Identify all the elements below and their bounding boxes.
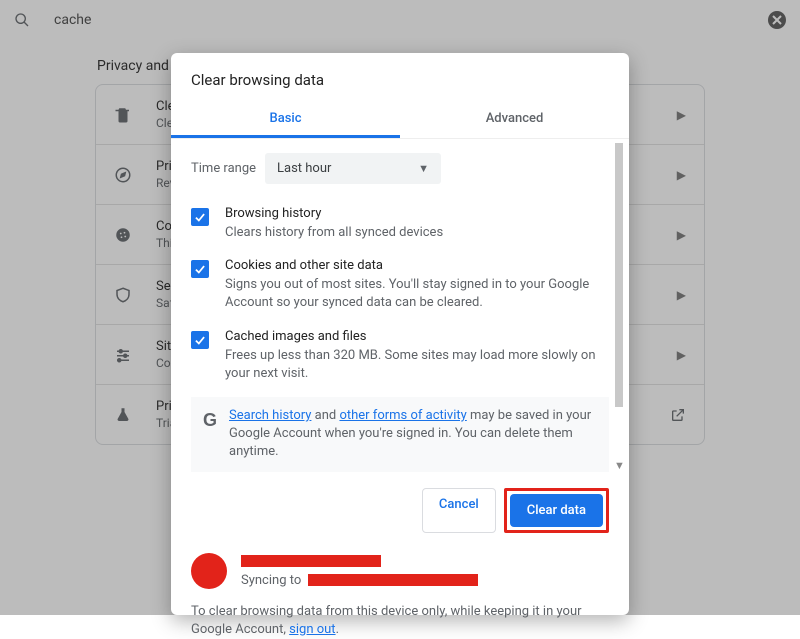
checkbox-title: Cached images and files [225,329,609,344]
dialog-title: Clear browsing data [171,53,629,101]
cancel-button[interactable]: Cancel [422,488,496,533]
time-range-select[interactable]: Last hour ▼ [265,153,441,184]
link-search-history[interactable]: Search history [229,408,311,423]
scroll-down-icon[interactable]: ▼ [614,459,625,472]
time-range-value: Last hour [277,161,331,176]
modal-scrim: Clear browsing data Basic Advanced ▼ Tim… [0,0,800,615]
checkbox-row-cache: Cached images and files Frees up less th… [191,321,609,391]
chevron-down-icon: ▼ [418,162,429,175]
checkbox-title: Cookies and other site data [225,258,609,273]
link-other-activity[interactable]: other forms of activity [339,408,466,423]
redacted-name [241,555,381,567]
google-g-icon: G [203,408,217,462]
footnote: To clear browsing data from this device … [171,593,629,639]
checkbox-browsing-history[interactable] [191,208,209,226]
scrollbar-thumb[interactable] [615,143,623,407]
dialog-actions: Cancel Clear data [171,472,629,545]
redacted-email [308,574,478,586]
tab-advanced[interactable]: Advanced [400,101,629,138]
link-sign-out[interactable]: sign out [289,622,335,637]
checkbox-row-history: Browsing history Clears history from all… [191,198,609,250]
account-row: Syncing to [171,545,629,593]
time-range-label: Time range [191,161,265,176]
scrollbar[interactable]: ▼ [615,143,623,470]
clear-data-button[interactable]: Clear data [510,494,603,527]
clear-data-highlight: Clear data [504,488,609,533]
tab-basic[interactable]: Basic [171,101,400,138]
avatar [191,553,227,589]
time-range-row: Time range Last hour ▼ [191,139,609,198]
checkbox-sub: Clears history from all synced devices [225,224,609,242]
sync-label: Syncing to [241,573,304,588]
search-history-info: G Search history and other forms of acti… [191,397,609,472]
checkbox-cache[interactable] [191,331,209,349]
checkbox-sub: Frees up less than 320 MB. Some sites ma… [225,347,609,383]
dialog-scrollarea: ▼ Time range Last hour ▼ Browsing histor… [171,139,629,472]
checkbox-title: Browsing history [225,206,609,221]
dialog-tabs: Basic Advanced [171,101,629,139]
checkbox-row-cookies: Cookies and other site data Signs you ou… [191,250,609,320]
checkbox-cookies[interactable] [191,260,209,278]
checkbox-sub: Signs you out of most sites. You'll stay… [225,276,609,312]
clear-browsing-data-dialog: Clear browsing data Basic Advanced ▼ Tim… [171,53,629,615]
